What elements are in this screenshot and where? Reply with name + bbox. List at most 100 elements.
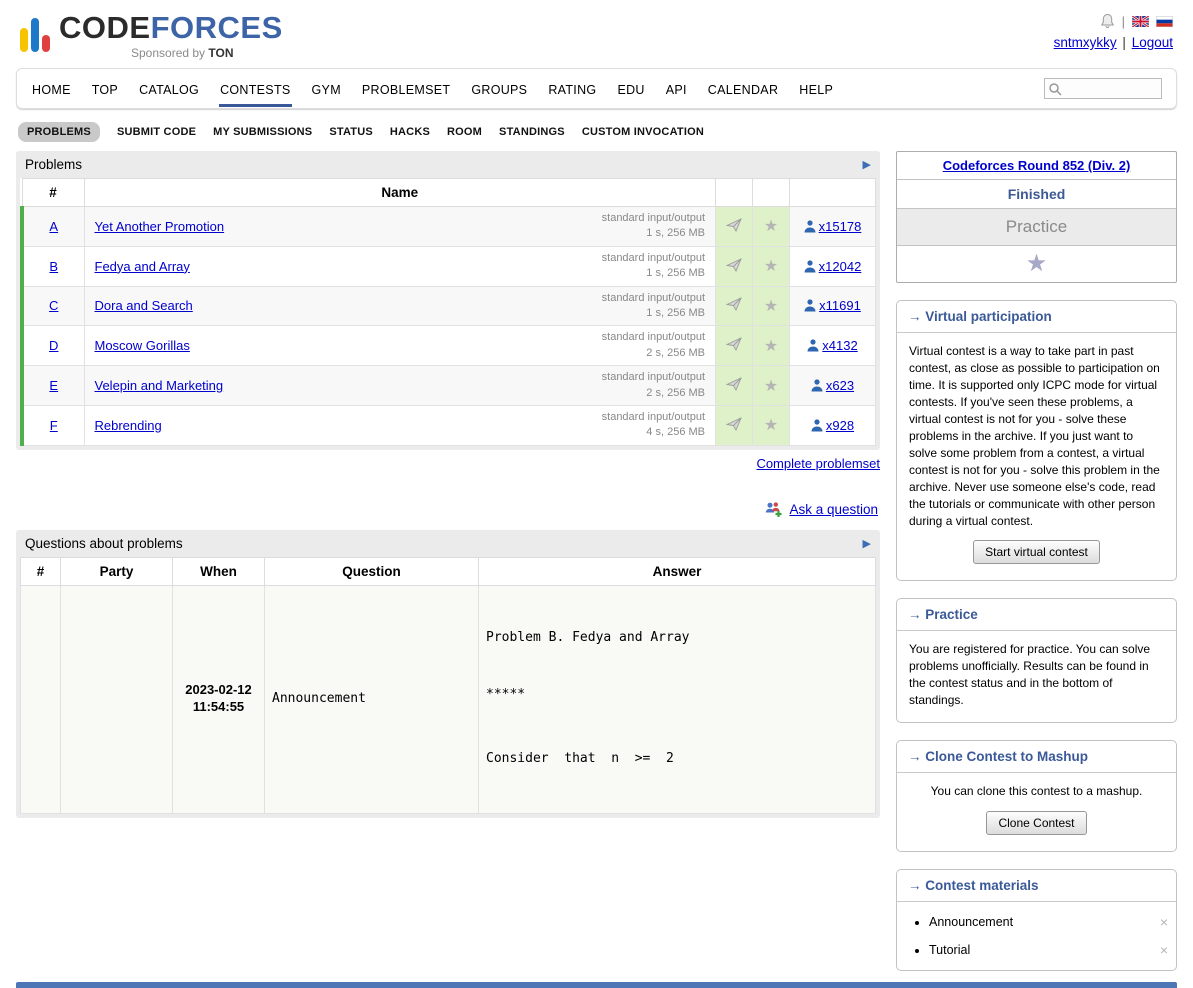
solved-count-link[interactable]: x623	[826, 378, 854, 393]
solved-count-link[interactable]: x928	[826, 418, 854, 433]
nav-item-home[interactable]: HOME	[31, 70, 72, 107]
nav-item-catalog[interactable]: CATALOG	[138, 70, 200, 107]
problem-title-link[interactable]: Fedya and Array	[95, 259, 190, 274]
problems-table: # Name A Yet Another Promotion standard …	[20, 178, 876, 446]
solved-count-link[interactable]: x4132	[822, 338, 857, 353]
questions-caption: Questions about problems	[25, 536, 183, 551]
contest-mode: Practice	[897, 209, 1176, 246]
favorite-star-icon[interactable]: ★	[764, 417, 778, 434]
nav-item-groups[interactable]: GROUPS	[470, 70, 528, 107]
tab-problems[interactable]: PROBLEMS	[18, 122, 100, 142]
lang-ru-flag-icon[interactable]	[1156, 16, 1173, 27]
col-header-name: Name	[84, 179, 716, 207]
favorite-star-icon[interactable]: ★	[764, 338, 778, 355]
problem-title-link[interactable]: Yet Another Promotion	[95, 219, 225, 234]
problem-constraints: standard input/output4 s, 256 MB	[602, 410, 705, 441]
nav-item-calendar[interactable]: CALENDAR	[707, 70, 779, 107]
tab-custom-invocation[interactable]: CUSTOM INVOCATION	[582, 126, 704, 138]
logo-text: CODEFORCES	[59, 12, 283, 43]
problem-title-link[interactable]: Moscow Gorillas	[95, 338, 190, 353]
submit-plane-icon[interactable]	[726, 417, 742, 431]
problem-letter-link[interactable]: A	[49, 219, 58, 234]
nav-item-api[interactable]: API	[665, 70, 688, 107]
tab-submit-code[interactable]: SUBMIT CODE	[117, 126, 196, 138]
q-col-question: Question	[265, 557, 479, 585]
problem-title-link[interactable]: Dora and Search	[95, 298, 193, 313]
page: CODEFORCES Sponsored by TON | sntmxykky …	[0, 0, 1193, 988]
start-virtual-contest-button[interactable]: Start virtual contest	[973, 540, 1100, 564]
q-col-party: Party	[61, 557, 173, 585]
nav-item-rating[interactable]: RATING	[547, 70, 597, 107]
problems-caption: Problems	[25, 157, 82, 172]
problem-constraints: standard input/output1 s, 256 MB	[602, 251, 705, 282]
contest-materials-title: → Contest materials	[897, 870, 1176, 902]
favorite-star-icon[interactable]: ★	[764, 258, 778, 275]
problem-constraints: standard input/output2 s, 256 MB	[602, 370, 705, 401]
submit-plane-icon[interactable]	[726, 337, 742, 351]
favorite-star-icon[interactable]: ★	[764, 218, 778, 235]
username-link[interactable]: sntmxykky	[1054, 35, 1117, 50]
virtual-participation-box: → Virtual participation Virtual contest …	[896, 300, 1177, 581]
favorite-star-icon[interactable]: ★	[764, 378, 778, 395]
problem-row-a: A Yet Another Promotion standard input/o…	[22, 207, 876, 247]
expand-arrow-icon[interactable]: ▶	[863, 537, 871, 550]
contest-materials-box: → Contest materials Announcement × Tutor…	[896, 869, 1177, 971]
close-icon[interactable]: ×	[1160, 942, 1168, 958]
problem-letter-link[interactable]: C	[49, 298, 58, 313]
logout-link[interactable]: Logout	[1132, 35, 1173, 50]
virtual-participation-text: Virtual contest is a way to take part in…	[909, 344, 1160, 528]
tab-hacks[interactable]: HACKS	[390, 126, 430, 138]
submit-plane-icon[interactable]	[726, 218, 742, 232]
codeforces-logo[interactable]: CODEFORCES Sponsored by TON	[20, 12, 283, 60]
nav-item-help[interactable]: HELP	[798, 70, 834, 107]
solved-person-icon	[811, 419, 823, 432]
tab-status[interactable]: STATUS	[329, 126, 373, 138]
lang-en-flag-icon[interactable]	[1132, 16, 1149, 27]
col-header-index: #	[22, 179, 84, 207]
problem-title-link[interactable]: Rebrending	[95, 418, 162, 433]
bell-icon[interactable]	[1100, 13, 1115, 29]
tab-standings[interactable]: STANDINGS	[499, 126, 565, 138]
problem-letter-link[interactable]: E	[49, 378, 58, 393]
clone-contest-box: → Clone Contest to Mashup You can clone …	[896, 740, 1177, 851]
tab-room[interactable]: ROOM	[447, 126, 482, 138]
nav-item-problemset[interactable]: PROBLEMSET	[361, 70, 451, 107]
questions-table: # Party When Question Answer 2023-02-12 …	[20, 557, 876, 814]
problem-letter-link[interactable]: B	[49, 259, 58, 274]
material-label[interactable]: Tutorial	[929, 943, 970, 957]
footer-top-bar	[16, 982, 1177, 988]
clone-contest-button[interactable]: Clone Contest	[986, 811, 1086, 835]
favorite-star-icon[interactable]: ★	[764, 298, 778, 315]
expand-arrow-icon[interactable]: ▶	[863, 158, 871, 171]
submit-plane-icon[interactable]	[726, 297, 742, 311]
favorite-contest-star-icon[interactable]: ★	[1026, 250, 1048, 277]
header-separator: |	[1122, 14, 1125, 29]
nav-item-top[interactable]: TOP	[91, 70, 119, 107]
solved-count-link[interactable]: x15178	[819, 219, 862, 234]
contest-sub-navigation: PROBLEMS SUBMIT CODE MY SUBMISSIONS STAT…	[18, 122, 1175, 142]
nav-item-contests[interactable]: CONTESTS	[219, 70, 291, 107]
nav-item-edu[interactable]: EDU	[616, 70, 645, 107]
problem-title-link[interactable]: Velepin and Marketing	[95, 378, 224, 393]
problem-letter-link[interactable]: F	[50, 418, 58, 433]
complete-problemset-link[interactable]: Complete problemset	[756, 456, 880, 471]
questions-table-frame: Questions about problems ▶ # Party When …	[16, 530, 880, 818]
tab-my-submissions[interactable]: MY SUBMISSIONS	[213, 126, 312, 138]
solved-count-link[interactable]: x12042	[819, 259, 862, 274]
material-label[interactable]: Announcement	[929, 915, 1013, 929]
problem-constraints: standard input/output1 s, 256 MB	[602, 291, 705, 322]
problem-letter-link[interactable]: D	[49, 338, 58, 353]
solved-person-icon	[804, 260, 816, 273]
solved-count-link[interactable]: x11691	[819, 298, 861, 313]
contest-title-link[interactable]: Codeforces Round 852 (Div. 2)	[943, 158, 1131, 173]
close-icon[interactable]: ×	[1160, 914, 1168, 930]
nav-item-gym[interactable]: GYM	[311, 70, 342, 107]
submit-plane-icon[interactable]	[726, 258, 742, 272]
clone-contest-text: You can clone this contest to a mashup.	[931, 784, 1143, 798]
links-separator: |	[1122, 35, 1126, 50]
submit-plane-icon[interactable]	[726, 377, 742, 391]
q-col-answer: Answer	[479, 557, 876, 585]
solved-person-icon	[804, 299, 816, 312]
ask-question-link[interactable]: Ask a question	[789, 502, 878, 517]
q-col-index: #	[21, 557, 61, 585]
